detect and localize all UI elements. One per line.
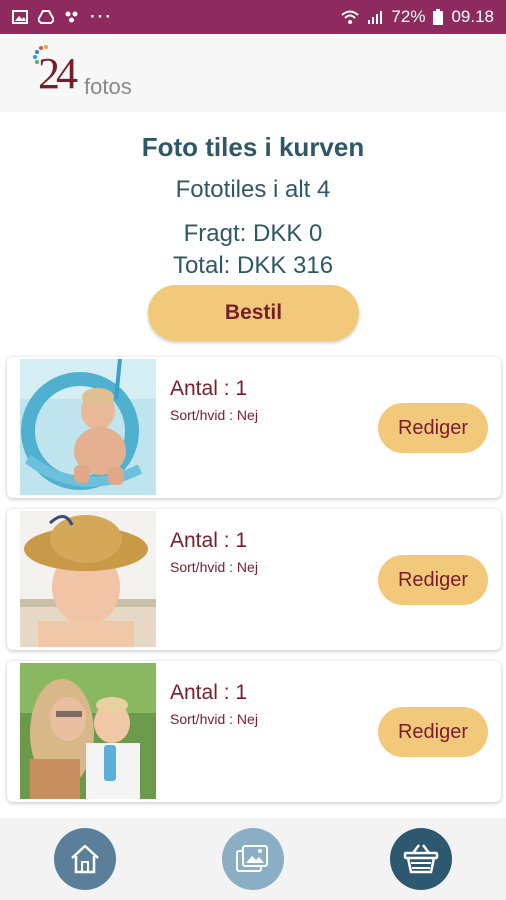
edit-button[interactable]: Rediger — [378, 707, 488, 757]
drive-icon — [38, 10, 54, 24]
status-bar-right: 72% 09.18 — [341, 7, 494, 27]
photo-thumbnail[interactable] — [20, 359, 156, 495]
total-price: Total: DKK 316 — [172, 252, 334, 279]
status-bar: ··· 72% 09.18 — [0, 0, 506, 34]
item-bw-setting: Sort/hvid : Nej — [170, 559, 258, 575]
item-quantity: Antal : 1 — [170, 377, 248, 400]
image-icon — [12, 10, 28, 24]
edit-button[interactable]: Rediger — [378, 555, 488, 605]
clock: 09.18 — [451, 7, 494, 26]
tile-count: Fototiles i alt 4 — [175, 176, 331, 203]
logo-number: 24 — [38, 49, 78, 98]
nav-photos-button[interactable] — [222, 828, 284, 890]
item-bw-setting: Sort/hvid : Nej — [170, 407, 258, 423]
cart-item: Antal : 1 Sort/hvid : Nej Rediger — [7, 509, 501, 650]
item-bw-setting: Sort/hvid : Nej — [170, 711, 258, 727]
battery-percent: 72% — [391, 7, 426, 26]
cart-item: Antal : 1 Sort/hvid : Nej Rediger — [7, 661, 501, 802]
order-button[interactable]: Bestil — [148, 285, 359, 341]
logo-text: fotos — [84, 74, 132, 99]
freight-cost: Fragt: DKK 0 — [183, 220, 323, 247]
home-icon — [71, 844, 99, 874]
dots-icon — [65, 11, 78, 23]
more-notifications: ··· — [90, 7, 113, 26]
cart-item: Antal : 1 Sort/hvid : Nej Rediger — [7, 357, 501, 498]
nav-home-button[interactable] — [54, 828, 116, 890]
photo-thumbnail[interactable] — [20, 663, 156, 799]
status-bar-left: ··· — [12, 7, 113, 27]
logo[interactable]: 24 fotos — [32, 44, 142, 104]
wifi-icon — [341, 10, 360, 24]
item-quantity: Antal : 1 — [170, 529, 248, 552]
bottom-nav — [0, 818, 506, 900]
page-title: Foto tiles i kurven — [141, 132, 365, 162]
photo-thumbnail[interactable] — [20, 511, 156, 647]
signal-icon — [368, 11, 383, 24]
item-quantity: Antal : 1 — [170, 681, 248, 704]
battery-icon — [433, 9, 444, 25]
nav-basket-button[interactable] — [390, 828, 452, 890]
edit-button[interactable]: Rediger — [378, 403, 488, 453]
photos-icon — [236, 845, 268, 872]
app-header: 24 fotos — [0, 34, 506, 112]
basket-icon — [403, 844, 439, 874]
